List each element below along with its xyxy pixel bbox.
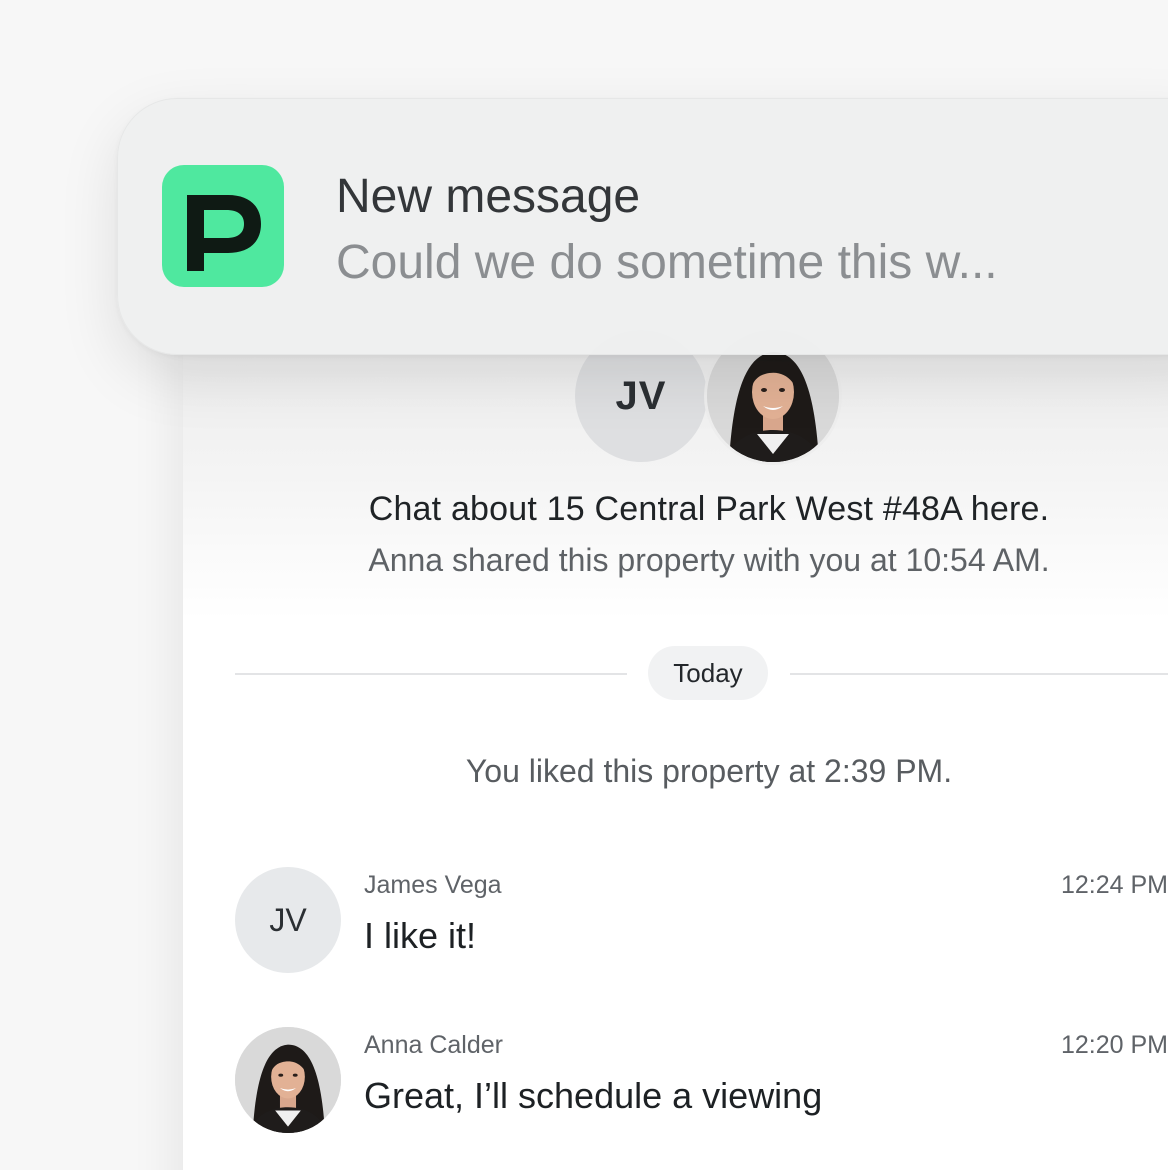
notification-body: Could we do sometime this w...: [336, 236, 998, 289]
message-item[interactable]: JV James Vega 12:24 PM I like it!: [235, 867, 1168, 977]
notification-title: New message: [336, 170, 641, 223]
message-text: Great, I’ll schedule a viewing: [364, 1075, 823, 1116]
sender-name: Anna Calder: [364, 1031, 503, 1059]
app-logo-p-icon: [162, 165, 284, 287]
message-item[interactable]: Anna Calder 12:20 PM Great, I’ll schedul…: [235, 1027, 1168, 1137]
sender-name: James Vega: [364, 871, 502, 899]
chat-intro-subtitle: Anna shared this property with you at 10…: [368, 542, 1050, 578]
sender-avatar: [235, 1027, 341, 1133]
divider-line-left: [235, 673, 627, 675]
agent-photo-icon: [235, 1027, 341, 1133]
chat-intro-title: Chat about 15 Central Park West #48A her…: [368, 490, 1050, 528]
sender-avatar: JV: [235, 867, 341, 973]
notification-banner[interactable]: New message Could we do sometime this w.…: [117, 98, 1168, 355]
date-divider-label: Today: [648, 646, 768, 700]
screen: JV Chat about 15 Central Park West #48A …: [0, 0, 1168, 1170]
divider-line-right: [790, 673, 1168, 675]
p-letter-icon: [187, 195, 261, 271]
chat-panel: JV Chat about 15 Central Park West #48A …: [183, 300, 1168, 1170]
message-text: I like it!: [364, 915, 477, 956]
message-time: 12:20 PM: [1061, 1031, 1168, 1059]
date-divider: Today: [235, 646, 1168, 702]
message-time: 12:24 PM: [1061, 871, 1168, 899]
system-note-liked: You liked this property at 2:39 PM.: [465, 753, 953, 789]
